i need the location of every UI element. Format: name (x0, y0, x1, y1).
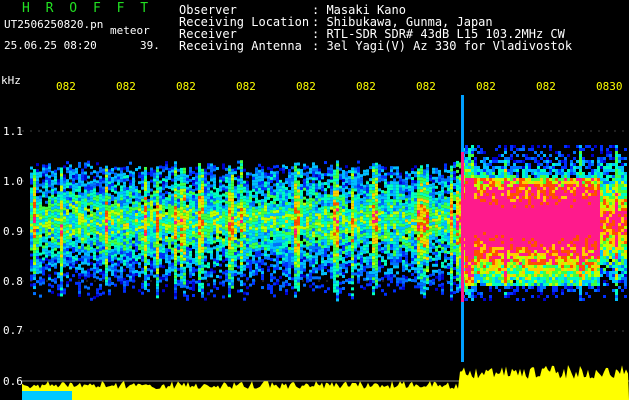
meteor-count: 39. (140, 39, 160, 52)
y-tick-label: 0.8 (3, 275, 23, 288)
meteor-label: meteor (110, 24, 150, 37)
time-tick-label: 082 (56, 80, 76, 93)
y-tick-label: 0.7 (3, 324, 23, 337)
time-tick-label: 082 (116, 80, 136, 93)
date-time: 25.06.25 08:20 (4, 39, 97, 52)
time-tick-label: 082 (416, 80, 436, 93)
y-axis-unit: kHz (1, 74, 21, 87)
time-tick-label: 082 (296, 80, 316, 93)
file-name: UT2506250820.pn (4, 18, 104, 31)
app-title: H R O F F T (22, 1, 153, 16)
y-tick-label: 0.9 (3, 225, 23, 238)
antenna-value: : 3el Yagi(V) Az 330 for Vladivostok (312, 39, 573, 53)
time-tick-label: 082 (536, 80, 556, 93)
time-tick-label: 082 (356, 80, 376, 93)
time-tick-label: 082 (236, 80, 256, 93)
spectrogram-display (22, 95, 629, 400)
time-tick-label: 082 (476, 80, 496, 93)
time-tick-label: 082 (176, 80, 196, 93)
antenna-label: Receiving Antenna (179, 39, 302, 53)
time-tick-label: 0830 (596, 80, 623, 93)
y-tick-label: 1.0 (3, 175, 23, 188)
y-tick-label: 0.6 (3, 375, 23, 388)
y-tick-label: 1.1 (3, 125, 23, 138)
